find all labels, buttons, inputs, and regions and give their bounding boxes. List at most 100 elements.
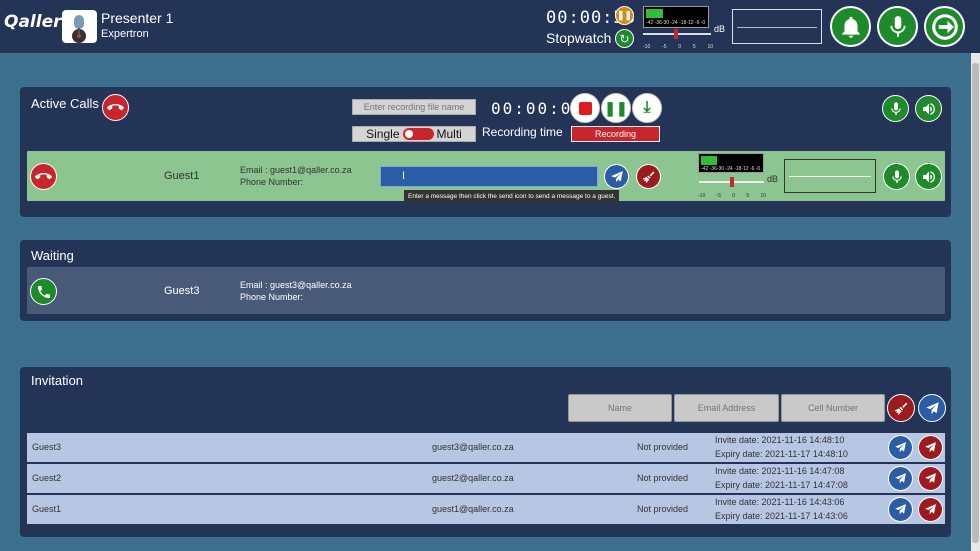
guest-email: Email : guest1@qaller.co.za [240,165,352,175]
db-label: dB [767,174,779,184]
scale-tick: -10 [698,193,706,199]
hangup-all-button[interactable] [102,94,129,121]
all-mic-button[interactable] [882,95,909,122]
recording-filename-input[interactable] [352,99,476,115]
audio-level-meter: -42 -36-30 -24 -18-12 -6 -0 [643,6,709,28]
send-invite-button[interactable] [918,394,946,422]
invite-cell: Not provided [637,504,689,514]
active-calls-title: Active Calls [31,96,99,111]
scale-tick: 5 [692,44,696,50]
guest-phone: Phone Number: [240,177,304,187]
db-label: dB [714,24,726,34]
paper-plane-icon [894,472,907,485]
phone-answer-icon [36,284,52,300]
revoke-invite-button[interactable] [918,466,943,491]
download-icon: ⤓ [643,99,651,116]
invite-cell-input[interactable] [781,394,885,422]
mode-single-label: Single [366,127,400,141]
presenter-name: Presenter 1 [101,10,174,26]
hangup-guest-button[interactable] [30,163,57,190]
pause-icon: ❚❚ [616,10,633,20]
phone-hangup-icon [107,99,124,116]
invite-email: guest1@qaller.co.za [432,504,514,514]
invite-name: Guest3 [32,442,62,452]
recording-mode-toggle[interactable]: Single Multi [352,126,476,142]
guest-gain-scale: -10 -5 0 5 10 [698,193,766,199]
presenter-avatar [62,10,97,43]
revoke-invite-button[interactable] [918,497,943,522]
stop-recording-button[interactable] [570,93,600,123]
presenter-mic-button[interactable] [877,6,918,47]
download-recording-button[interactable]: ⤓ [632,93,662,123]
paper-plane-icon [610,170,624,184]
clear-message-button[interactable] [636,164,661,189]
waiting-guest-email: Email : guest3@qaller.co.za [240,280,352,290]
guest-name: Guest1 [164,170,200,182]
refresh-icon: ↻ [619,31,630,46]
toggle-switch[interactable] [402,128,434,140]
gain-slider-handle[interactable] [674,29,678,39]
invite-date: Invite date: 2021-11-16 14:43:06 [715,497,845,507]
speaker-icon [921,101,937,117]
expiry-date: Expiry date: 2021-11-17 14:47:08 [715,480,848,490]
invite-name-input[interactable] [568,394,672,422]
phone-hangup-icon [35,168,52,185]
recording-status-badge: Recording [571,126,660,142]
guest-message-input[interactable] [380,166,598,187]
invite-email: guest3@qaller.co.za [432,442,514,452]
page-scrollbar[interactable] [971,53,980,551]
scale-tick: 0 [732,193,736,199]
resend-invite-button[interactable] [888,497,913,522]
scale-tick: -5 [662,44,667,50]
guest-speaker-button[interactable] [915,163,942,190]
paper-plane-icon [925,401,940,416]
reset-stopwatch-button[interactable]: ↻ [615,29,634,48]
microphone-icon [888,101,904,117]
resend-invite-button[interactable] [888,435,913,460]
invite-row: Guest1 guest1@qaller.co.za Not provided … [27,495,945,524]
scale-tick: -5 [716,193,721,199]
stopwatch-label: Stopwatch [546,30,612,46]
revoke-invite-button[interactable] [918,435,943,460]
speaker-icon [921,169,937,185]
invite-email-input[interactable] [674,394,779,422]
microphone-icon [885,14,911,40]
paper-plane-icon [924,503,937,516]
waiting-guest-phone: Phone Number: [240,292,304,302]
clear-invite-button[interactable] [887,394,915,422]
invite-date: Invite date: 2021-11-16 14:47:08 [715,466,845,476]
message-tooltip: Enter a message then click the send icon… [404,190,620,203]
qaller-logo: Qaller [4,12,62,32]
text-cursor-icon: I [402,170,406,182]
paper-plane-icon [894,503,907,516]
invite-cell: Not provided [637,473,689,483]
mode-multi-label: Multi [436,127,462,141]
send-message-button[interactable] [604,164,629,189]
recording-time-label: Recording time [482,125,563,139]
logout-button[interactable] [924,6,965,47]
paper-plane-icon [924,441,937,454]
pause-recording-button[interactable]: ❚❚ [601,93,631,123]
invite-name: Guest1 [32,504,62,514]
invitation-title: Invitation [31,373,84,388]
presenter-company: Expertron [101,28,149,40]
invite-date: Invite date: 2021-11-16 14:48:10 [715,435,845,445]
expiry-date: Expiry date: 2021-11-17 14:43:06 [715,511,848,521]
invite-row: Guest3 guest3@qaller.co.za Not provided … [27,433,945,462]
broom-icon [642,170,656,184]
resend-invite-button[interactable] [888,466,913,491]
answer-call-button[interactable] [30,278,57,305]
all-speaker-button[interactable] [915,95,942,122]
stop-icon [578,101,592,115]
guest-gain-slider-handle[interactable] [730,177,734,187]
scrollbar-thumb[interactable] [972,63,979,543]
waiting-guest-contact: Email : guest3@qaller.co.za Phone Number… [240,279,352,303]
alert-bell-button[interactable] [830,6,871,47]
guest-mic-button[interactable] [883,163,910,190]
pause-stopwatch-button[interactable]: ❚❚ [615,6,634,25]
paper-plane-icon [924,472,937,485]
waiting-title: Waiting [31,248,74,263]
meter-scale: -42 -36-30 -24 -18-12 -6 -0 [701,166,761,172]
invite-cell: Not provided [637,442,689,452]
invite-row: Guest2 guest2@qaller.co.za Not provided … [27,464,945,493]
